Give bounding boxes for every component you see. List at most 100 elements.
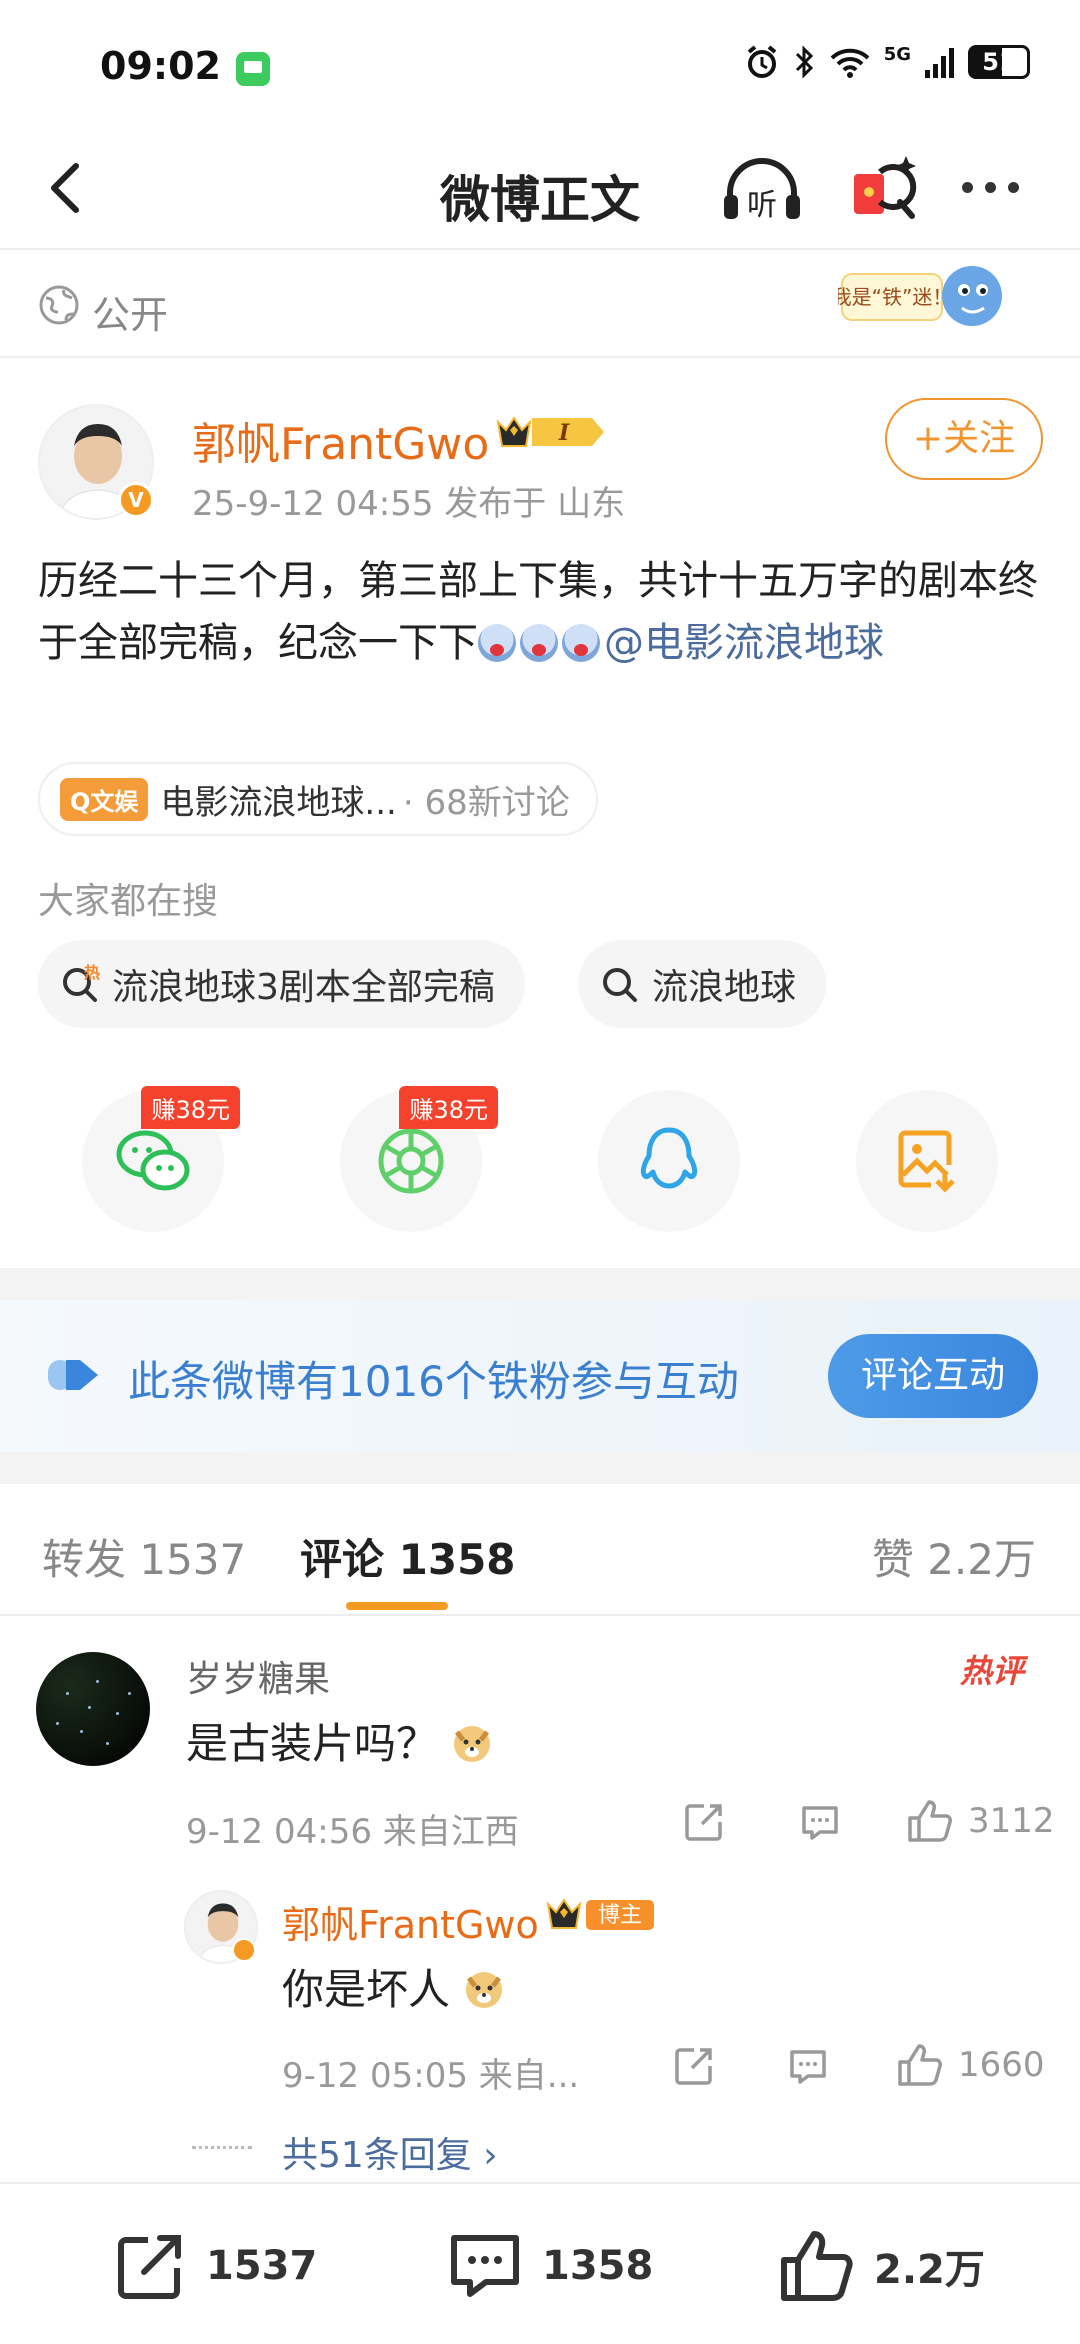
visibility-row: 公开 我是“铁”迷！ <box>0 250 1080 358</box>
red-packet-search-icon[interactable] <box>850 152 920 226</box>
signal-icon <box>925 46 954 78</box>
commenter-avatar[interactable] <box>36 1652 150 1766</box>
comment-icon <box>802 1806 838 1840</box>
share-moments-button[interactable]: 赚38元 <box>340 1086 498 1232</box>
comment-meta: 9-12 04:56 来自江西 <box>186 1812 519 1852</box>
reply-text-content: 你是坏人 <box>282 1965 451 2014</box>
follow-button[interactable]: +关注 <box>885 398 1043 480</box>
search-chip[interactable]: 流浪地球 <box>578 940 827 1028</box>
listen-label: 听 <box>747 188 777 223</box>
comment-like-button[interactable]: 3112 <box>906 1798 1055 1844</box>
post-meta: 25-9-12 04:55 发布于 山东 <box>192 484 626 524</box>
alarm-icon <box>747 45 776 78</box>
iron-fans-banner[interactable]: 此条微博有1016个铁粉参与互动 评论互动 <box>0 1300 1080 1452</box>
iron-fan-sticker[interactable]: 我是“铁”迷！ <box>838 256 1008 340</box>
thumbs-up-icon <box>908 1800 952 1842</box>
share-wechat-button[interactable]: 赚38元 <box>82 1086 240 1232</box>
reply-comment-button[interactable] <box>786 2044 830 2088</box>
bottom-action-bar: 1537 1358 2.2万 <box>0 2182 1080 2344</box>
topic-pill[interactable]: Q文娱 电影流浪地球... · 68新讨论 <box>38 762 598 836</box>
globe-icon <box>39 285 79 325</box>
repost-share-icon <box>118 2235 181 2299</box>
comment-text-content: 是古装片吗？ <box>186 1719 439 1768</box>
reply-thread-line <box>192 2146 252 2149</box>
search-chip-label: 流浪地球 <box>652 967 797 1008</box>
more-icon[interactable] <box>962 172 1032 202</box>
tab-reposts[interactable]: 转发 1537 <box>42 1526 246 1587</box>
wechat-icon <box>116 1130 190 1191</box>
hot-search-icon: 热 <box>63 964 100 1002</box>
hot-comment-badge: 热评 <box>960 1652 1025 1690</box>
verified-badge-icon <box>232 1938 256 1962</box>
doge-emoji-icon <box>466 1972 503 2008</box>
reply-meta: 9-12 05:05 来自... <box>282 2056 580 2096</box>
topic-tag: Q文娱 <box>60 777 149 821</box>
sticker-text: 我是“铁”迷！ <box>838 285 952 309</box>
thumbs-up-icon <box>781 2231 853 2301</box>
bottom-comment-count: 1358 <box>542 2243 654 2289</box>
earn-badge: 赚38元 <box>399 1086 498 1129</box>
qq-penguin-icon <box>640 1127 698 1189</box>
divider <box>0 1268 1080 1300</box>
active-tab-indicator <box>346 1602 448 1610</box>
comment-interact-button[interactable]: 评论互动 <box>828 1334 1038 1418</box>
author-name[interactable]: 郭帆FrantGwo <box>192 408 489 472</box>
verified-badge-icon: V <box>118 482 154 518</box>
thumbs-up-icon <box>898 2044 942 2086</box>
status-time: 09:02 <box>100 44 221 88</box>
blogger-role: 博主 <box>598 1903 642 1928</box>
visibility-label: 公开 <box>92 293 169 337</box>
svg-text:热: 热 <box>84 964 100 982</box>
wifi-icon <box>830 48 870 78</box>
reply-text: 你是坏人 <box>282 1956 505 2017</box>
top-nav: 微博正文 听 <box>0 130 1080 250</box>
battery-icon: 51 <box>968 45 1030 79</box>
tab-comments[interactable]: 评论 1358 <box>300 1526 516 1587</box>
comment-share-button[interactable] <box>682 1800 726 1844</box>
view-more-replies-link[interactable]: 共51条回复 › <box>282 2126 498 2178</box>
status-bar: 09:02 5G 51 <box>0 0 1080 130</box>
fans-arrow-icon <box>48 1360 98 1390</box>
tab-likes[interactable]: 赞 2.2万 <box>872 1526 1036 1587</box>
network-type: 5G <box>883 44 911 65</box>
iron-fans-text: 此条微博有1016个铁粉参与互动 <box>128 1357 739 1406</box>
topic-name: 电影流浪地球... <box>160 782 397 823</box>
divider <box>0 1452 1080 1484</box>
bluetooth-icon <box>795 45 813 79</box>
reply-like-button[interactable]: 1660 <box>896 2042 1045 2088</box>
bottom-like-count: 2.2万 <box>874 2247 985 2293</box>
reply-like-count: 1660 <box>958 2045 1045 2085</box>
search-icon <box>603 968 637 1002</box>
comment-icon <box>790 2050 826 2084</box>
crown-level: I <box>558 420 570 446</box>
share-icon <box>685 1804 722 1841</box>
emoji-icon <box>562 624 600 662</box>
bottom-comment-button[interactable]: 1358 <box>446 2228 653 2304</box>
doge-emoji-icon <box>454 1726 491 1762</box>
moments-aperture-icon <box>378 1128 444 1194</box>
earn-badge: 赚38元 <box>141 1086 240 1129</box>
reply-author-name[interactable]: 郭帆FrantGwo <box>282 1894 539 1949</box>
save-image-icon <box>898 1130 955 1193</box>
comment-reply-button[interactable] <box>798 1800 842 1844</box>
share-qq-button[interactable] <box>598 1090 740 1232</box>
headphones-listen-icon[interactable]: 听 <box>720 155 804 225</box>
commenter-name[interactable]: 岁岁糖果 <box>186 1650 330 1702</box>
reply-share-button[interactable] <box>672 2044 716 2088</box>
bottom-repost-count: 1537 <box>206 2243 318 2289</box>
bottom-like-button[interactable]: 2.2万 <box>778 2228 985 2304</box>
status-icons: 5G 51 <box>744 44 1030 80</box>
comment-bubble-icon <box>451 2235 519 2297</box>
hot-search-label: 大家都在搜 <box>38 881 219 922</box>
bottom-repost-button[interactable]: 1537 <box>112 2228 317 2304</box>
save-image-button[interactable] <box>856 1090 998 1232</box>
blogger-badge-icon: 博主 <box>546 1898 654 1930</box>
share-icon <box>675 2048 712 2085</box>
hot-search-chip[interactable]: 热 流浪地球3剧本全部完稿 <box>38 940 525 1028</box>
crown-level-badge-icon[interactable]: I <box>496 412 608 452</box>
emoji-icon <box>478 624 516 662</box>
post-tabs: 转发 1537 评论 1358 赞 2.2万 <box>0 1484 1080 1616</box>
message-app-icon <box>236 52 270 86</box>
mention-link[interactable]: @电影流浪地球 <box>604 620 884 666</box>
post-content: 历经二十三个月，第三部上下集，共计十五万字的剧本终于全部完稿，纪念一下下 @电影流… <box>38 550 1048 674</box>
